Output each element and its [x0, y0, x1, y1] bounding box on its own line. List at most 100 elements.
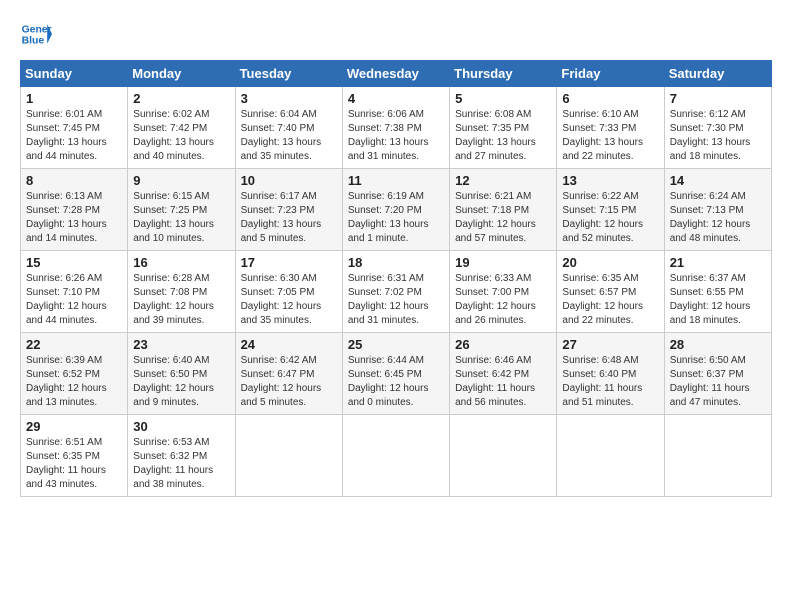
- calendar-cell: 18 Sunrise: 6:31 AMSunset: 7:02 PMDayligh…: [342, 251, 449, 333]
- day-detail: Sunrise: 6:46 AMSunset: 6:42 PMDaylight:…: [455, 354, 551, 410]
- calendar-cell: 23 Sunrise: 6:40 AMSunset: 6:50 PMDayligh…: [128, 333, 235, 415]
- day-number: 10: [241, 173, 337, 188]
- calendar-cell: 16Sunrise: 6:28 AMSunset: 7:08 PMDayligh…: [128, 251, 235, 333]
- calendar-cell: 25Sunrise: 6:44 AMSunset: 6:45 PMDayligh…: [342, 333, 449, 415]
- calendar-cell: 7 Sunrise: 6:12 AMSunset: 7:30 PMDaylight…: [664, 87, 771, 169]
- col-header-saturday: Saturday: [664, 61, 771, 87]
- calendar-cell: [342, 415, 449, 497]
- day-detail: Sunrise: 6:19 AMSunset: 7:20 PMDaylight:…: [348, 190, 444, 246]
- calendar-cell: 22 Sunrise: 6:39 AMSunset: 6:52 PMDayligh…: [21, 333, 128, 415]
- calendar-cell: 12Sunrise: 6:21 AMSunset: 7:18 PMDayligh…: [450, 169, 557, 251]
- day-detail: Sunrise: 6:01 AMSunset: 7:45 PMDaylight:…: [26, 108, 122, 164]
- day-detail: Sunrise: 6:50 AMSunset: 6:37 PMDaylight:…: [670, 354, 766, 410]
- day-number: 4: [348, 91, 444, 106]
- calendar-header: SundayMondayTuesdayWednesdayThursdayFrid…: [21, 61, 772, 87]
- day-detail: Sunrise: 6:35 AMSunset: 6:57 PMDaylight:…: [562, 272, 658, 328]
- day-number: 9: [133, 173, 229, 188]
- calendar-week-4: 22 Sunrise: 6:39 AMSunset: 6:52 PMDayligh…: [21, 333, 772, 415]
- calendar-week-1: 1 Sunrise: 6:01 AMSunset: 7:45 PMDaylight…: [21, 87, 772, 169]
- day-detail: Sunrise: 6:24 AMSunset: 7:13 PMDaylight:…: [670, 190, 766, 246]
- calendar-cell: 21Sunrise: 6:37 AMSunset: 6:55 PMDayligh…: [664, 251, 771, 333]
- day-number: 1: [26, 91, 122, 106]
- day-number: 2: [133, 91, 229, 106]
- calendar-cell: 3 Sunrise: 6:04 AMSunset: 7:40 PMDaylight…: [235, 87, 342, 169]
- day-detail: Sunrise: 6:39 AMSunset: 6:52 PMDaylight:…: [26, 354, 122, 410]
- day-number: 25: [348, 337, 444, 352]
- day-number: 19: [455, 255, 551, 270]
- day-detail: Sunrise: 6:13 AMSunset: 7:28 PMDaylight:…: [26, 190, 122, 246]
- calendar-cell: 2 Sunrise: 6:02 AMSunset: 7:42 PMDaylight…: [128, 87, 235, 169]
- page: General Blue SundayMondayTuesdayWednesda…: [0, 0, 792, 507]
- day-number: 8: [26, 173, 122, 188]
- calendar-cell: 6Sunrise: 6:10 AMSunset: 7:33 PMDaylight…: [557, 87, 664, 169]
- day-number: 28: [670, 337, 766, 352]
- calendar-cell: 17Sunrise: 6:30 AMSunset: 7:05 PMDayligh…: [235, 251, 342, 333]
- col-header-sunday: Sunday: [21, 61, 128, 87]
- day-number: 27: [562, 337, 658, 352]
- day-detail: Sunrise: 6:28 AMSunset: 7:08 PMDaylight:…: [133, 272, 229, 328]
- day-number: 11: [348, 173, 444, 188]
- day-number: 6: [562, 91, 658, 106]
- calendar-cell: 29Sunrise: 6:51 AMSunset: 6:35 PMDayligh…: [21, 415, 128, 497]
- day-number: 23: [133, 337, 229, 352]
- calendar-cell: 19 Sunrise: 6:33 AMSunset: 7:00 PMDayligh…: [450, 251, 557, 333]
- day-detail: Sunrise: 6:08 AMSunset: 7:35 PMDaylight:…: [455, 108, 551, 164]
- day-detail: Sunrise: 6:04 AMSunset: 7:40 PMDaylight:…: [241, 108, 337, 164]
- day-detail: Sunrise: 6:17 AMSunset: 7:23 PMDaylight:…: [241, 190, 337, 246]
- calendar-cell: 8 Sunrise: 6:13 AMSunset: 7:28 PMDaylight…: [21, 169, 128, 251]
- calendar-table: SundayMondayTuesdayWednesdayThursdayFrid…: [20, 60, 772, 497]
- day-number: 5: [455, 91, 551, 106]
- day-number: 7: [670, 91, 766, 106]
- header-row: SundayMondayTuesdayWednesdayThursdayFrid…: [21, 61, 772, 87]
- day-detail: Sunrise: 6:02 AMSunset: 7:42 PMDaylight:…: [133, 108, 229, 164]
- calendar-cell: 27 Sunrise: 6:48 AMSunset: 6:40 PMDayligh…: [557, 333, 664, 415]
- day-detail: Sunrise: 6:53 AMSunset: 6:32 PMDaylight:…: [133, 436, 229, 492]
- calendar-cell: 15 Sunrise: 6:26 AMSunset: 7:10 PMDayligh…: [21, 251, 128, 333]
- col-header-friday: Friday: [557, 61, 664, 87]
- calendar-cell: 13Sunrise: 6:22 AMSunset: 7:15 PMDayligh…: [557, 169, 664, 251]
- svg-text:Blue: Blue: [22, 36, 45, 47]
- day-number: 26: [455, 337, 551, 352]
- day-detail: Sunrise: 6:12 AMSunset: 7:30 PMDaylight:…: [670, 108, 766, 164]
- calendar-cell: [450, 415, 557, 497]
- day-detail: Sunrise: 6:33 AMSunset: 7:00 PMDaylight:…: [455, 272, 551, 328]
- day-number: 13: [562, 173, 658, 188]
- day-detail: Sunrise: 6:21 AMSunset: 7:18 PMDaylight:…: [455, 190, 551, 246]
- day-number: 21: [670, 255, 766, 270]
- col-header-tuesday: Tuesday: [235, 61, 342, 87]
- day-detail: Sunrise: 6:31 AMSunset: 7:02 PMDaylight:…: [348, 272, 444, 328]
- calendar-cell: [235, 415, 342, 497]
- day-detail: Sunrise: 6:48 AMSunset: 6:40 PMDaylight:…: [562, 354, 658, 410]
- calendar-week-3: 15 Sunrise: 6:26 AMSunset: 7:10 PMDayligh…: [21, 251, 772, 333]
- calendar-cell: 10 Sunrise: 6:17 AMSunset: 7:23 PMDayligh…: [235, 169, 342, 251]
- day-number: 22: [26, 337, 122, 352]
- calendar-cell: 28 Sunrise: 6:50 AMSunset: 6:37 PMDayligh…: [664, 333, 771, 415]
- col-header-wednesday: Wednesday: [342, 61, 449, 87]
- col-header-monday: Monday: [128, 61, 235, 87]
- calendar-cell: 9 Sunrise: 6:15 AMSunset: 7:25 PMDaylight…: [128, 169, 235, 251]
- day-number: 15: [26, 255, 122, 270]
- calendar-cell: 4 Sunrise: 6:06 AMSunset: 7:38 PMDaylight…: [342, 87, 449, 169]
- logo-icon: General Blue: [20, 18, 52, 50]
- day-number: 17: [241, 255, 337, 270]
- day-detail: Sunrise: 6:06 AMSunset: 7:38 PMDaylight:…: [348, 108, 444, 164]
- day-detail: Sunrise: 6:40 AMSunset: 6:50 PMDaylight:…: [133, 354, 229, 410]
- calendar-cell: [557, 415, 664, 497]
- day-detail: Sunrise: 6:26 AMSunset: 7:10 PMDaylight:…: [26, 272, 122, 328]
- calendar-cell: 20Sunrise: 6:35 AMSunset: 6:57 PMDayligh…: [557, 251, 664, 333]
- calendar-week-5: 29Sunrise: 6:51 AMSunset: 6:35 PMDayligh…: [21, 415, 772, 497]
- day-detail: Sunrise: 6:51 AMSunset: 6:35 PMDaylight:…: [26, 436, 122, 492]
- logo: General Blue: [20, 18, 56, 50]
- calendar-body: 1 Sunrise: 6:01 AMSunset: 7:45 PMDaylight…: [21, 87, 772, 497]
- day-number: 3: [241, 91, 337, 106]
- calendar-cell: 11 Sunrise: 6:19 AMSunset: 7:20 PMDayligh…: [342, 169, 449, 251]
- day-number: 18: [348, 255, 444, 270]
- day-detail: Sunrise: 6:42 AMSunset: 6:47 PMDaylight:…: [241, 354, 337, 410]
- calendar-cell: 14 Sunrise: 6:24 AMSunset: 7:13 PMDayligh…: [664, 169, 771, 251]
- header: General Blue: [20, 18, 772, 50]
- day-number: 14: [670, 173, 766, 188]
- day-detail: Sunrise: 6:15 AMSunset: 7:25 PMDaylight:…: [133, 190, 229, 246]
- calendar-cell: 1 Sunrise: 6:01 AMSunset: 7:45 PMDaylight…: [21, 87, 128, 169]
- col-header-thursday: Thursday: [450, 61, 557, 87]
- calendar-week-2: 8 Sunrise: 6:13 AMSunset: 7:28 PMDaylight…: [21, 169, 772, 251]
